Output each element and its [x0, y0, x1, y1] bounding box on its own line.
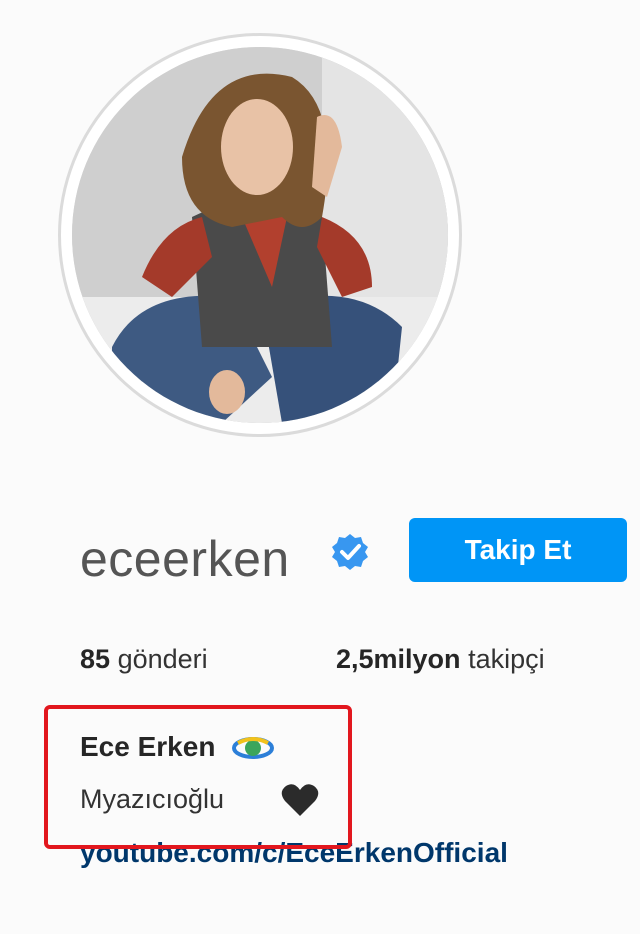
followers-label: takipçi: [468, 644, 545, 674]
username: eceerken: [80, 531, 290, 587]
posts-count: 85: [80, 644, 111, 674]
followers-stat[interactable]: 2,5milyon takipçi: [336, 644, 545, 675]
followers-count: 2,5milyon: [336, 644, 461, 674]
posts-stat[interactable]: 85 gönderi: [80, 644, 208, 675]
follow-button[interactable]: Takip Et: [409, 518, 627, 582]
highlight-box: [44, 705, 352, 849]
avatar-photo: [72, 47, 448, 423]
posts-label: gönderi: [117, 644, 208, 674]
verified-badge-icon: [332, 534, 368, 570]
profile-avatar[interactable]: [72, 47, 448, 423]
